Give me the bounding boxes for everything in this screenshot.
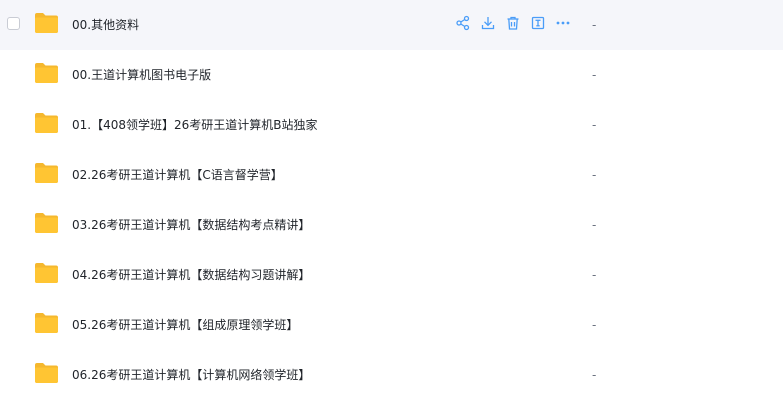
file-size: -: [592, 368, 597, 382]
file-name[interactable]: 00.王道计算机图书电子版: [72, 50, 211, 100]
share-icon[interactable]: [455, 15, 471, 31]
folder-icon: [35, 163, 58, 183]
folder-icon: [35, 63, 58, 83]
file-name[interactable]: 02.26考研王道计算机【C语言督学营】: [72, 150, 283, 200]
folder-icon: [35, 213, 58, 233]
file-row[interactable]: 06.26考研王道计算机【计算机网络领学班】 -: [0, 350, 783, 400]
folder-icon: [35, 363, 58, 383]
folder-icon: [35, 113, 58, 133]
file-size: -: [592, 68, 597, 82]
file-name[interactable]: 01.【408领学班】26考研王道计算机B站独家: [72, 100, 318, 150]
file-row[interactable]: 02.26考研王道计算机【C语言督学营】 -: [0, 150, 783, 200]
rename-icon[interactable]: [530, 15, 546, 31]
file-size: -: [592, 18, 597, 32]
folder-icon: [35, 263, 58, 283]
file-name[interactable]: 04.26考研王道计算机【数据结构习题讲解】: [72, 250, 310, 300]
file-row[interactable]: 00.王道计算机图书电子版 -: [0, 50, 783, 100]
file-row[interactable]: 00.其他资料 -: [0, 0, 783, 50]
delete-icon[interactable]: [505, 15, 521, 31]
file-name[interactable]: 00.其他资料: [72, 0, 139, 50]
file-row[interactable]: 05.26考研王道计算机【组成原理领学班】 -: [0, 300, 783, 350]
file-name[interactable]: 06.26考研王道计算机【计算机网络领学班】: [72, 350, 310, 400]
file-row[interactable]: 04.26考研王道计算机【数据结构习题讲解】 -: [0, 250, 783, 300]
file-list: 00.其他资料 - 00.王道计算机图书电子版 - 01.【408领学班】26考…: [0, 0, 783, 400]
file-size: -: [592, 318, 597, 332]
file-size: -: [592, 268, 597, 282]
file-size: -: [592, 118, 597, 132]
file-name[interactable]: 03.26考研王道计算机【数据结构考点精讲】: [72, 200, 310, 250]
file-size: -: [592, 168, 597, 182]
row-actions: [455, 15, 571, 31]
file-name[interactable]: 05.26考研王道计算机【组成原理领学班】: [72, 300, 298, 350]
file-size: -: [592, 218, 597, 232]
folder-icon: [35, 313, 58, 333]
more-icon[interactable]: [555, 15, 571, 31]
file-row[interactable]: 03.26考研王道计算机【数据结构考点精讲】 -: [0, 200, 783, 250]
folder-icon: [35, 13, 58, 33]
row-checkbox[interactable]: [7, 17, 20, 30]
file-row[interactable]: 01.【408领学班】26考研王道计算机B站独家 -: [0, 100, 783, 150]
download-icon[interactable]: [480, 15, 496, 31]
